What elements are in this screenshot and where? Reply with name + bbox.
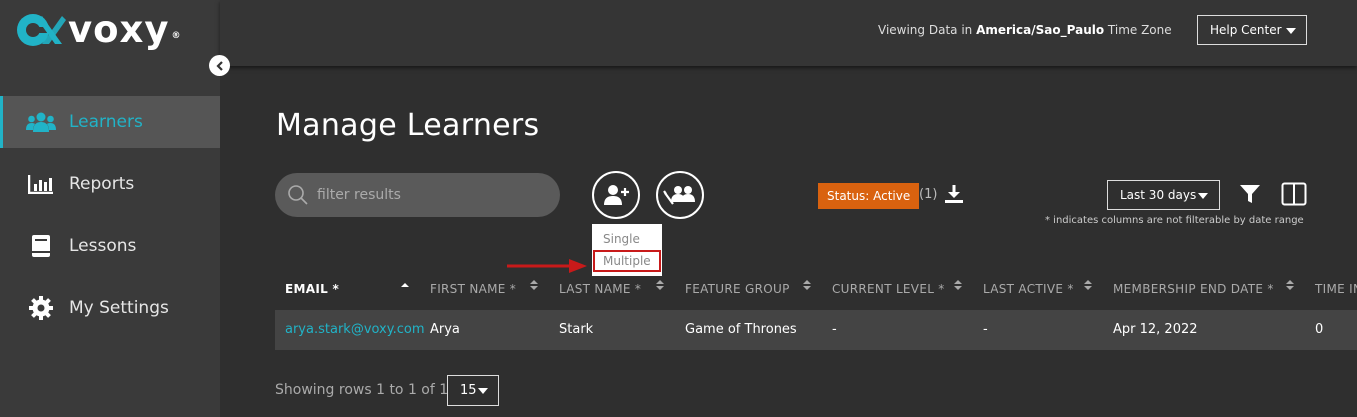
cell-time-in: 0 bbox=[1315, 322, 1324, 337]
columns-icon bbox=[1281, 182, 1307, 206]
search-bar[interactable] bbox=[275, 173, 560, 217]
table-row[interactable]: arya.stark@voxy.com Arya Stark Game of T… bbox=[275, 310, 1357, 350]
caret-down-icon bbox=[1198, 193, 1208, 199]
date-range-note: * indicates columns are not filterable b… bbox=[1045, 215, 1304, 226]
search-icon bbox=[288, 185, 308, 205]
add-learner-button[interactable] bbox=[592, 171, 640, 219]
sort-icon[interactable] bbox=[530, 280, 538, 290]
voxy-logo-mark-icon bbox=[17, 14, 66, 46]
user-group-edit-icon bbox=[663, 186, 695, 205]
cell-email[interactable]: arya.stark@voxy.com bbox=[285, 322, 425, 337]
rows-per-page-value: 15 bbox=[460, 383, 477, 398]
add-learner-menu: Single Multiple bbox=[592, 224, 662, 276]
column-header-membership-end-date[interactable]: MEMBERSHIP END DATE * bbox=[1113, 282, 1274, 296]
filter-icon bbox=[1240, 185, 1260, 203]
rows-per-page-dropdown[interactable]: 15 bbox=[447, 375, 499, 406]
sidebar-item-learners[interactable]: Learners bbox=[0, 96, 220, 148]
sort-icon[interactable] bbox=[954, 280, 962, 290]
sidebar-item-lessons[interactable]: Lessons bbox=[0, 220, 220, 272]
top-header: Viewing Data in America/Sao_Paulo Time Z… bbox=[220, 0, 1357, 66]
date-range-label: Last 30 days bbox=[1120, 188, 1197, 202]
timezone-label: Viewing Data in America/Sao_Paulo Time Z… bbox=[878, 23, 1172, 37]
menu-item-single[interactable]: Single bbox=[592, 228, 662, 250]
sidebar-item-my-settings[interactable]: My Settings bbox=[0, 282, 220, 334]
sidebar-nav: Learners Reports Lessons My Settings bbox=[0, 96, 220, 344]
bar-chart-icon bbox=[26, 172, 56, 196]
caret-down-icon bbox=[1286, 28, 1296, 34]
sort-icon[interactable] bbox=[1084, 280, 1092, 290]
filter-count: (1) bbox=[919, 187, 938, 202]
help-center-label: Help Center bbox=[1210, 23, 1282, 37]
cell-first-name: Arya bbox=[430, 322, 460, 337]
timezone-value: America/Sao_Paulo bbox=[976, 23, 1105, 37]
sidebar-item-label: Learners bbox=[69, 112, 143, 132]
column-header-email[interactable]: EMAIL * bbox=[285, 282, 339, 296]
sort-asc-icon[interactable] bbox=[401, 283, 409, 289]
manage-groups-button[interactable] bbox=[656, 171, 704, 219]
column-header-last-active[interactable]: LAST ACTIVE * bbox=[983, 282, 1074, 296]
book-icon bbox=[26, 234, 56, 258]
page-title: Manage Learners bbox=[276, 108, 540, 143]
sort-icon[interactable] bbox=[803, 280, 811, 290]
help-center-dropdown[interactable]: Help Center bbox=[1197, 15, 1307, 45]
download-button[interactable] bbox=[944, 184, 964, 208]
table-header: EMAIL * FIRST NAME * LAST NAME * FEATURE… bbox=[275, 276, 1357, 304]
cell-membership-end-date: Apr 12, 2022 bbox=[1113, 322, 1198, 337]
column-header-time-in[interactable]: TIME IN bbox=[1315, 282, 1357, 296]
column-header-last-name[interactable]: LAST NAME * bbox=[559, 282, 641, 296]
sort-icon[interactable] bbox=[1286, 280, 1294, 290]
columns-button[interactable] bbox=[1281, 182, 1307, 210]
filter-button[interactable] bbox=[1239, 183, 1261, 209]
date-range-dropdown[interactable]: Last 30 days bbox=[1107, 180, 1220, 210]
sidebar-item-label: My Settings bbox=[69, 298, 169, 318]
sort-icon[interactable] bbox=[656, 280, 664, 290]
sidebar: voxy ® Learners Reports Lessons My Setti… bbox=[0, 0, 220, 417]
cell-last-active: - bbox=[983, 322, 988, 337]
column-header-first-name[interactable]: FIRST NAME * bbox=[430, 282, 516, 296]
search-input[interactable] bbox=[317, 187, 537, 203]
gear-icon bbox=[26, 296, 56, 320]
caret-down-icon bbox=[478, 388, 488, 394]
status-filter-badge[interactable]: Status: Active bbox=[818, 183, 920, 209]
download-icon bbox=[945, 185, 963, 203]
cell-current-level: - bbox=[832, 322, 837, 337]
chevron-left-icon bbox=[215, 60, 223, 71]
sidebar-item-label: Reports bbox=[69, 174, 135, 194]
collapse-sidebar-button[interactable] bbox=[209, 55, 230, 76]
cell-last-name: Stark bbox=[559, 322, 594, 337]
sidebar-item-reports[interactable]: Reports bbox=[0, 158, 220, 210]
pagination-info: Showing rows 1 to 1 of 1 bbox=[275, 382, 449, 398]
logo-text: voxy ® bbox=[68, 8, 182, 51]
sidebar-item-label: Lessons bbox=[69, 236, 137, 256]
red-arrow-annotation bbox=[507, 259, 587, 273]
cell-feature-group: Game of Thrones bbox=[685, 322, 797, 337]
users-icon bbox=[26, 110, 56, 134]
column-header-feature-group[interactable]: FEATURE GROUP bbox=[685, 282, 790, 296]
column-header-current-level[interactable]: CURRENT LEVEL * bbox=[832, 282, 945, 296]
voxy-logo[interactable]: voxy ® bbox=[14, 10, 182, 50]
menu-item-multiple[interactable]: Multiple bbox=[593, 250, 661, 272]
add-user-icon bbox=[604, 185, 629, 205]
